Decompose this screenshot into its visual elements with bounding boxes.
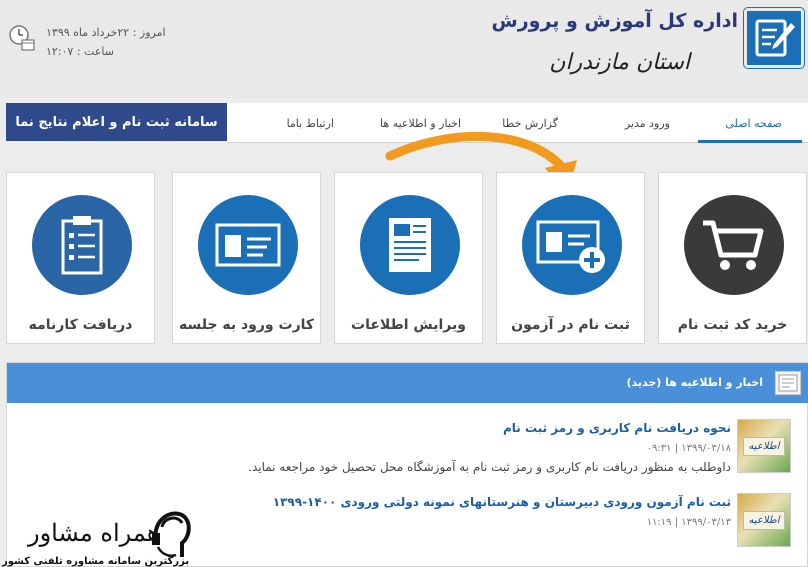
card-label: کارت ورود به جلسه [178, 317, 315, 333]
newspaper-icon [775, 371, 801, 395]
logo-edit-icon[interactable] [744, 8, 804, 68]
news-header: اخبار و اطلاعیه ها (جدید) [7, 363, 808, 403]
document-edit-icon [360, 195, 460, 295]
nav-item-contact[interactable]: ارتباط باما [287, 117, 334, 130]
nav-item-admin-login[interactable]: ورود مدیر [625, 117, 670, 130]
card-label: دریافت کارنامه [28, 317, 133, 333]
news-meta: ۱۳۹۹/۰۳/۱۸ | ۰۹:۳۱ [646, 443, 731, 454]
card-report-card[interactable]: دریافت کارنامه [6, 172, 155, 344]
clock-calendar-icon [8, 24, 36, 52]
card-buy-code[interactable]: خرید کد ثبت نام [658, 172, 807, 344]
org-title: اداره کل آموزش و پرورش [491, 10, 738, 32]
shopping-cart-icon [684, 195, 784, 295]
card-label: ثبت نام در آزمون [511, 317, 630, 333]
card-entry-card[interactable]: کارت ورود به جلسه [172, 172, 321, 344]
news-header-title: اخبار و اطلاعیه ها (جدید) [626, 376, 763, 389]
site-header: اداره کل آموزش و پرورش استان مازندران ام… [0, 0, 808, 98]
card-label: ویرایش اطلاعات [351, 317, 466, 333]
clipboard-icon [32, 195, 132, 295]
announcement-thumbnail[interactable]: اطلاعیه [737, 493, 791, 547]
card-edit-info[interactable]: ویرایش اطلاعات [334, 172, 483, 344]
card-label: خرید کد ثبت نام [677, 317, 788, 333]
id-card-icon [198, 195, 298, 295]
announcement-thumbnail[interactable]: اطلاعیه [737, 419, 791, 473]
news-meta: ۱۳۹۹/۰۳/۱۳ | ۱۱:۱۹ [646, 517, 731, 528]
id-card-add-icon [522, 195, 622, 295]
news-desc: داوطلب به منظور دریافت نام کاربری و رمز … [248, 460, 731, 474]
news-title[interactable]: نحوه دریافت نام کاربری و رمز ثبت نام [503, 421, 731, 435]
headset-icon [152, 511, 191, 557]
time-text: ساعت : ۱۲:۰۷ [46, 45, 114, 58]
system-brand-tab[interactable]: سامانه ثبت نام و اعلام نتایج نما [6, 103, 227, 141]
card-exam-register[interactable]: ثبت نام در آزمون [496, 172, 645, 344]
news-title[interactable]: ثبت نام آزمون ورودی دبیرستان و هنرستانها… [273, 495, 731, 509]
watermark-name: همراه مشاور [28, 519, 160, 547]
active-tab-indicator [698, 140, 802, 143]
nav-item-home[interactable]: صفحه اصلی [725, 117, 782, 130]
org-subtitle: استان مازندران [549, 50, 690, 75]
date-text: امروز : ۲۲خرداد ماه ۱۳۹۹ [46, 26, 166, 39]
watermark-logo: همراه مشاور بزرگترین سامانه مشاوره تلفنی… [0, 505, 205, 567]
